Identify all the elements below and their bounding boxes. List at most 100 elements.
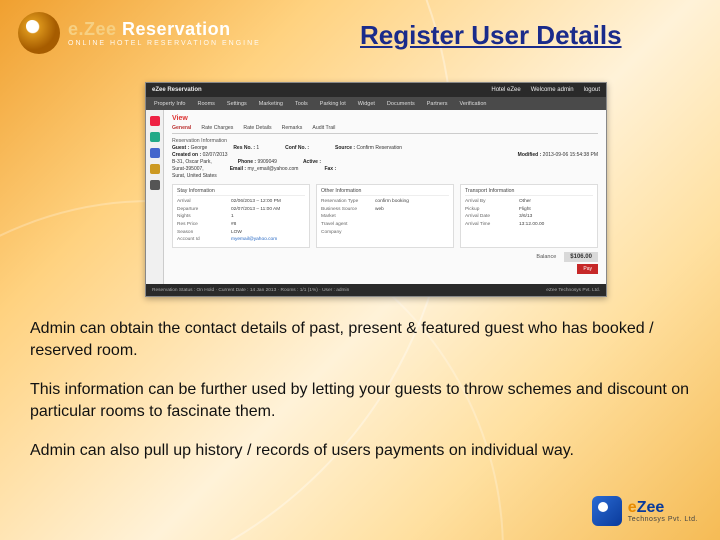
v: 9909049: [257, 159, 276, 165]
tab-rate-charges[interactable]: Rate Charges: [201, 125, 233, 131]
balance-amount: $106.00: [564, 252, 598, 262]
nav-item[interactable]: Rooms: [198, 101, 215, 107]
nav-item[interactable]: Parking lot: [320, 101, 346, 107]
info-row: B-31, Oscar Park, Phone : 9909049 Active…: [172, 159, 598, 165]
logo-b-b: Zee: [637, 499, 665, 516]
logo-part-a: e.Zee: [68, 19, 117, 39]
logo-glyph-icon: [18, 12, 60, 54]
logo-main: e.Zee Reservation: [68, 20, 261, 38]
k: Departure: [177, 206, 223, 214]
k: Active :: [303, 159, 321, 165]
nav-item[interactable]: Widget: [358, 101, 375, 107]
welcome-user: Welcome admin: [531, 87, 574, 93]
k: Phone :: [238, 159, 256, 165]
k: Fax :: [324, 166, 336, 172]
k: Res No. :: [233, 145, 255, 151]
v: #8: [231, 221, 236, 229]
tab-rate-details[interactable]: Rate Details: [243, 125, 271, 131]
k: Conf No. :: [285, 145, 309, 151]
v: Other: [519, 198, 531, 206]
pay-button[interactable]: Pay: [577, 264, 598, 274]
logo-sub: ONLINE HOTEL RESERVATION ENGINE: [68, 40, 261, 47]
pay-row: Pay: [172, 264, 598, 274]
screenshot-nav: Property Info Rooms Settings Marketing T…: [146, 97, 606, 110]
k: Arrival Date: [465, 213, 511, 221]
logo-bottom: eZee Technosys Pvt. Ltd.: [592, 496, 698, 526]
screenshot-topright: Hotel eZee Welcome admin logout: [491, 87, 600, 93]
nav-item[interactable]: Tools: [295, 101, 308, 107]
k: Email :: [230, 166, 246, 172]
v: confirm booking: [375, 198, 409, 206]
col-head: Stay Information: [177, 188, 305, 196]
para-1: Admin can obtain the contact details of …: [30, 318, 690, 361]
col-head: Transport Information: [465, 188, 593, 196]
k: Nights: [177, 213, 223, 221]
v: LOW: [231, 229, 242, 237]
col-stay: Stay Information Arrival02/06/2013 – 12:…: [172, 184, 310, 248]
footer-left: Reservation Status : On Hold · Current D…: [152, 288, 349, 293]
k: Res Price: [177, 221, 223, 229]
v: B-31, Oscar Park,: [172, 159, 212, 165]
side-icon[interactable]: [150, 148, 160, 158]
k: Business Source: [321, 206, 367, 214]
hotel-name: Hotel eZee: [491, 87, 520, 93]
nav-item[interactable]: Documents: [387, 101, 415, 107]
tri-columns: Stay Information Arrival02/06/2013 – 12:…: [172, 184, 598, 248]
side-icon[interactable]: [150, 116, 160, 126]
nav-item[interactable]: Partners: [427, 101, 448, 107]
v: my_email@yahoo.com: [248, 166, 299, 172]
k: Account Id: [177, 236, 223, 244]
side-icon[interactable]: [150, 132, 160, 142]
nav-item[interactable]: Property Info: [154, 101, 186, 107]
tab-general[interactable]: General: [172, 125, 191, 131]
k: Modified :: [518, 152, 542, 158]
col-head: Other Information: [321, 188, 449, 196]
body-text: Admin can obtain the contact details of …: [30, 318, 690, 480]
balance-label: Balance: [536, 254, 556, 260]
v[interactable]: myemail@yahoo.com: [231, 236, 277, 244]
k: Arrival: [177, 198, 223, 206]
k: Arrival Time: [465, 221, 511, 229]
logo-text: e.Zee Reservation ONLINE HOTEL RESERVATI…: [68, 20, 261, 47]
v: Surat, United States: [172, 173, 217, 179]
section-label: Reservation Information: [172, 138, 598, 144]
v: Flight: [519, 206, 531, 214]
logo-b-a: e: [628, 499, 637, 516]
side-icon[interactable]: [150, 180, 160, 190]
panel-title: View: [172, 115, 598, 122]
tab-audit[interactable]: Audit Trail: [312, 125, 335, 131]
page-title: Register User Details: [360, 20, 680, 51]
info-row: Guest : George Res No. : 1 Conf No. : So…: [172, 145, 598, 151]
k: Guest :: [172, 145, 189, 151]
v: 1: [231, 213, 234, 221]
screenshot-footer: Reservation Status : On Hold · Current D…: [146, 284, 606, 296]
info-row: Surat-395007, Email : my_email@yahoo.com…: [172, 166, 598, 172]
nav-item[interactable]: Verification: [460, 101, 487, 107]
v: Confirm Reservation: [356, 145, 402, 151]
v: 3/6/13: [519, 213, 532, 221]
v: 13:12.00.00: [519, 221, 544, 229]
logo-bottom-main: eZee: [628, 500, 698, 516]
v: 02/07/2013 – 11:00 AM: [231, 206, 280, 214]
balance-row: Balance $106.00: [172, 252, 598, 262]
logo-bottom-icon: [592, 496, 622, 526]
footer-right: eZee Technosys Pvt. Ltd.: [546, 288, 600, 293]
v: 02/07/2013: [203, 152, 228, 158]
screenshot-main: View General Rate Charges Rate Details R…: [164, 110, 606, 284]
screenshot-topbar: eZee Reservation Hotel eZee Welcome admi…: [146, 83, 606, 97]
screenshot-brand: eZee Reservation: [152, 87, 202, 93]
k: Source :: [335, 145, 355, 151]
side-icon[interactable]: [150, 164, 160, 174]
k: Pickup: [465, 206, 511, 214]
screenshot-sidebar: [146, 110, 164, 284]
nav-item[interactable]: Settings: [227, 101, 247, 107]
tab-remarks[interactable]: Remarks: [282, 125, 303, 131]
logout-link[interactable]: logout: [584, 87, 600, 93]
v: web: [375, 206, 384, 214]
nav-item[interactable]: Marketing: [259, 101, 283, 107]
logo-part-b: Reservation: [117, 19, 231, 39]
logo-top: e.Zee Reservation ONLINE HOTEL RESERVATI…: [18, 12, 261, 54]
logo-bottom-text: eZee Technosys Pvt. Ltd.: [628, 500, 698, 523]
v: George: [191, 145, 208, 151]
v: Surat-395007,: [172, 166, 204, 172]
